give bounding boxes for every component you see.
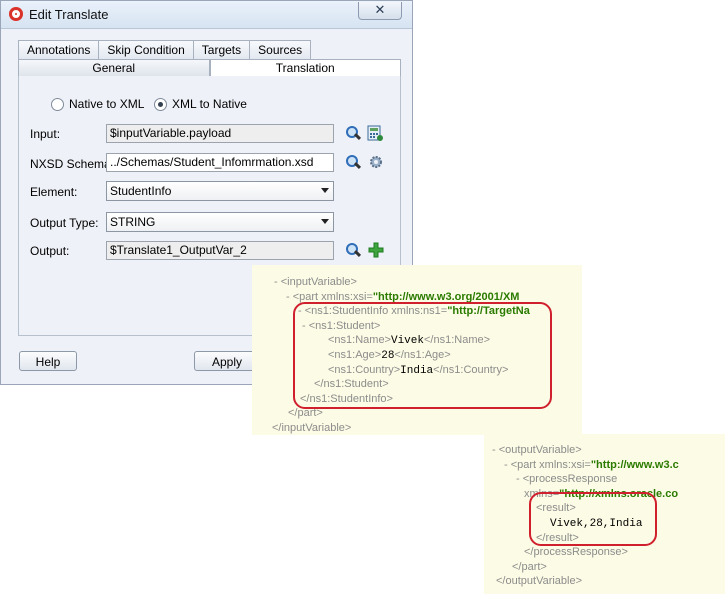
- xml-close-tag: </part>: [288, 407, 323, 420]
- output-highlight-oval: [529, 492, 657, 546]
- search-icon[interactable]: [345, 154, 362, 170]
- element-select-value: StudentInfo: [110, 184, 172, 198]
- xml-line: </outputVariable>: [496, 575, 582, 587]
- xml-line: </processResponse>: [524, 546, 628, 558]
- expression-builder-icon[interactable]: [367, 125, 383, 141]
- xml-close-tag: </outputVariable>: [496, 575, 583, 588]
- xml-attribute-value: "http://www.w3.c: [590, 458, 679, 471]
- collapse-toggle: -: [492, 444, 499, 456]
- nxsd-schema-label: NXSD Schema:: [30, 157, 115, 171]
- xml-attribute-value: "http://www.w3.org/2001/XM: [372, 290, 520, 303]
- collapse-toggle: -: [504, 458, 511, 471]
- output-field[interactable]: $Translate1_OutputVar_2: [106, 241, 334, 260]
- element-label: Element:: [30, 185, 78, 199]
- apply-button[interactable]: Apply: [194, 351, 260, 371]
- input-highlight-oval: [293, 302, 552, 409]
- xml-open-tag: <part: [510, 458, 537, 471]
- xml-line: - <part xmlns:xsi="http://www.w3.org/200…: [286, 291, 519, 303]
- tab-skip-condition[interactable]: Skip Condition: [98, 40, 194, 59]
- help-button[interactable]: Help: [19, 351, 77, 371]
- title-bar: Edit Translate ✕: [1, 1, 412, 29]
- xml-open-tag: <outputVariable>: [498, 444, 582, 456]
- collapse-toggle: -: [516, 473, 523, 486]
- add-icon[interactable]: [368, 242, 384, 258]
- xml-open-tag: <inputVariable>: [280, 276, 357, 288]
- tab-row-top: Annotations Skip Condition Targets Sourc…: [18, 40, 312, 59]
- xml-close-tag: </processResponse>: [524, 546, 628, 559]
- xml-line: - <inputVariable>: [274, 276, 357, 288]
- nxsd-schema-field[interactable]: ../Schemas/Student_Infomrmation.xsd: [106, 153, 334, 172]
- radio-xml-to-native-label: XML to Native: [172, 97, 247, 111]
- search-icon[interactable]: [345, 242, 362, 258]
- output-label: Output:: [30, 244, 70, 258]
- xml-close-tag: </inputVariable>: [272, 422, 352, 434]
- xml-line: </part>: [512, 561, 547, 573]
- oracle-app-icon: [9, 7, 23, 21]
- tab-row-bottom: General Translation: [18, 59, 401, 77]
- output-type-label: Output Type:: [30, 216, 99, 230]
- xml-line: - <processResponse: [516, 473, 617, 485]
- radio-circle[interactable]: [51, 97, 64, 111]
- collapse-toggle: -: [274, 276, 281, 288]
- xml-attribute: xmlns:xsi=: [536, 458, 591, 471]
- xml-line: </inputVariable>: [272, 422, 351, 434]
- radio-native-to-xml-label: Native to XML: [69, 97, 145, 111]
- tab-translation[interactable]: Translation: [209, 59, 401, 77]
- output-type-select[interactable]: STRING: [106, 212, 334, 232]
- tab-sources[interactable]: Sources: [249, 40, 312, 59]
- chevron-down-icon: [321, 188, 329, 193]
- input-field[interactable]: $inputVariable.payload: [106, 124, 334, 143]
- xml-line: - <part xmlns:xsi="http://www.w3.c: [504, 459, 679, 471]
- xml-open-tag: <part: [292, 290, 319, 303]
- collapse-toggle: -: [286, 290, 293, 303]
- tab-general[interactable]: General: [18, 59, 210, 77]
- radio-xml-to-native[interactable]: XML to Native: [154, 97, 247, 111]
- tab-annotations[interactable]: Annotations: [18, 40, 100, 59]
- search-icon[interactable]: [345, 125, 362, 141]
- chevron-down-icon: [321, 219, 329, 224]
- xml-close-tag: </part>: [512, 560, 547, 573]
- xml-attribute: xmlns:xsi=: [318, 290, 373, 303]
- input-label: Input:: [30, 127, 61, 141]
- radio-circle-selected[interactable]: [154, 97, 167, 111]
- close-button[interactable]: ✕: [358, 2, 402, 20]
- xml-line: </part>: [288, 407, 323, 419]
- gear-icon[interactable]: [369, 155, 385, 171]
- output-type-select-value: STRING: [110, 215, 156, 229]
- element-select[interactable]: StudentInfo: [106, 181, 334, 201]
- tab-targets[interactable]: Targets: [192, 40, 251, 59]
- dialog-title: Edit Translate: [29, 7, 109, 22]
- radio-native-to-xml[interactable]: Native to XML: [51, 97, 144, 111]
- xml-open-tag: <processResponse: [522, 473, 618, 486]
- xml-line: - <outputVariable>: [492, 444, 582, 456]
